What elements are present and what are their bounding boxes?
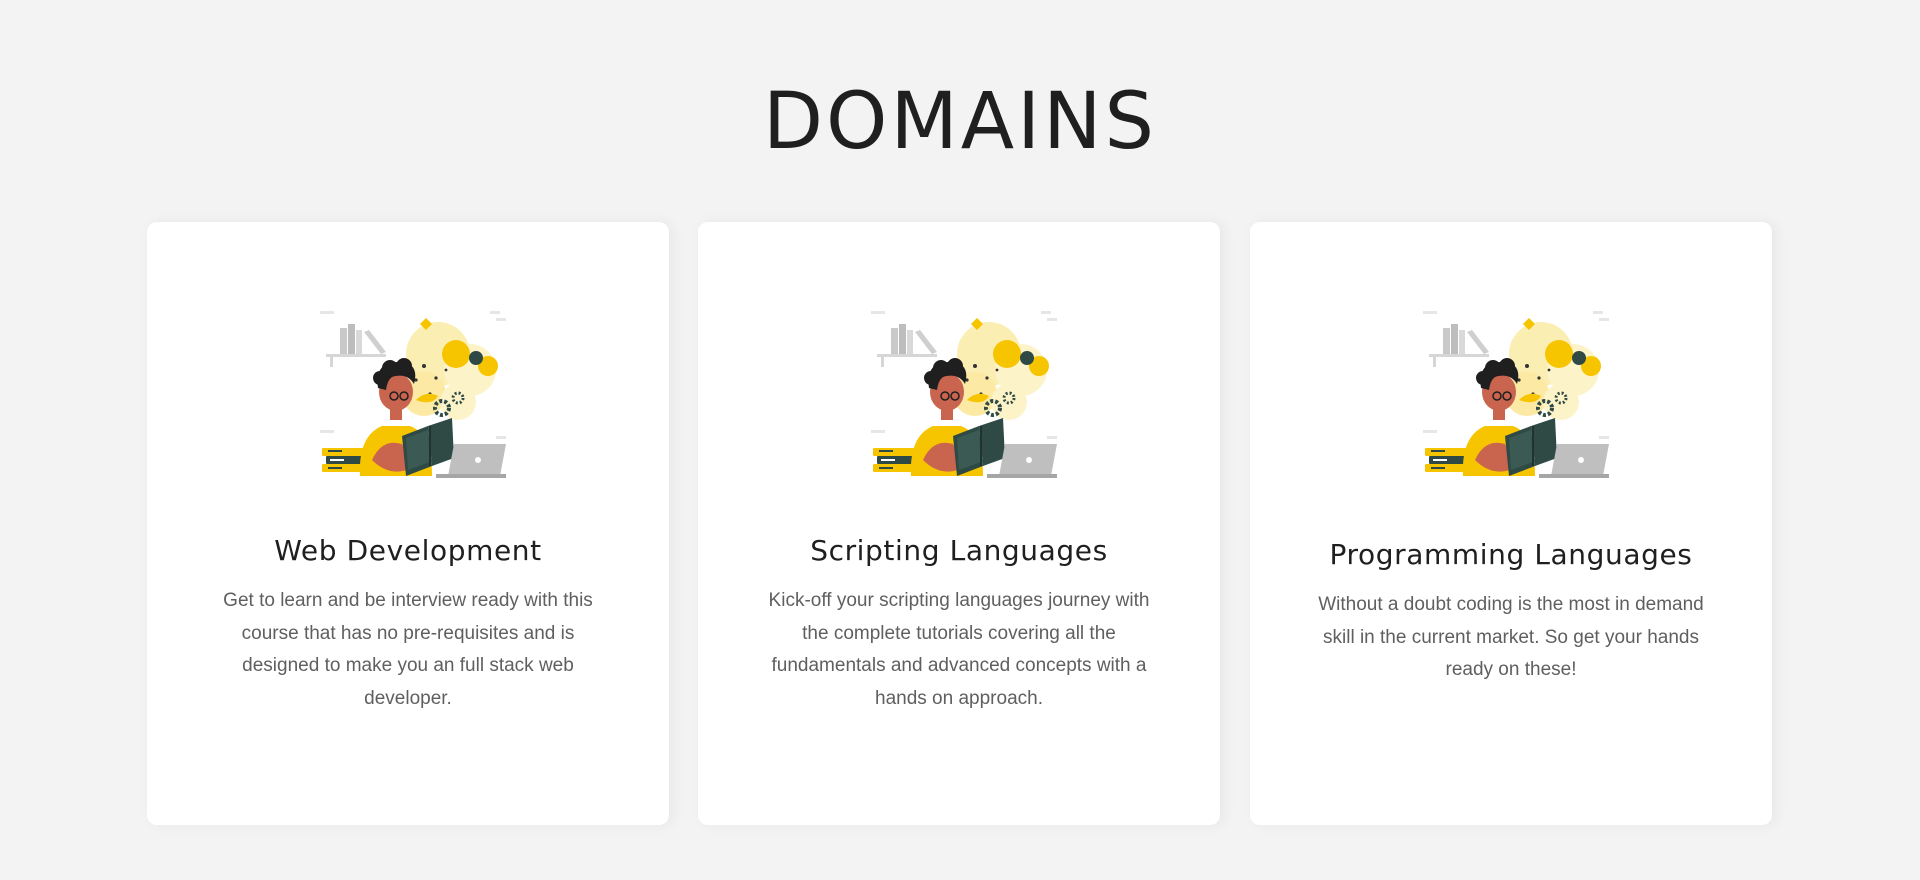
card-description: Without a doubt coding is the most in de… — [1318, 594, 1704, 680]
section-title: DOMAINS — [763, 77, 1157, 167]
student-reading-illustration — [1423, 311, 1609, 478]
card-title: Programming Languages — [1329, 538, 1693, 571]
idea-cloud-icon — [402, 318, 498, 420]
card-title: Web Development — [274, 534, 542, 567]
card-description: Get to learn and be interview ready with… — [223, 590, 593, 709]
domains-card-list: Web Development Get to learn and be inte… — [147, 222, 1787, 825]
idea-cloud-icon — [953, 318, 1049, 420]
card-title: Scripting Languages — [810, 534, 1108, 567]
domain-card-web-development[interactable]: Web Development Get to learn and be inte… — [147, 222, 669, 825]
student-reading-illustration — [320, 311, 506, 478]
domain-card-programming-languages[interactable]: Programming Languages Without a doubt co… — [1250, 222, 1772, 825]
domain-card-scripting-languages[interactable]: Scripting Languages Kick-off your script… — [698, 222, 1220, 825]
student-reading-illustration — [871, 311, 1057, 478]
idea-cloud-icon — [1505, 318, 1601, 420]
card-description: Kick-off your scripting languages journe… — [768, 590, 1150, 709]
